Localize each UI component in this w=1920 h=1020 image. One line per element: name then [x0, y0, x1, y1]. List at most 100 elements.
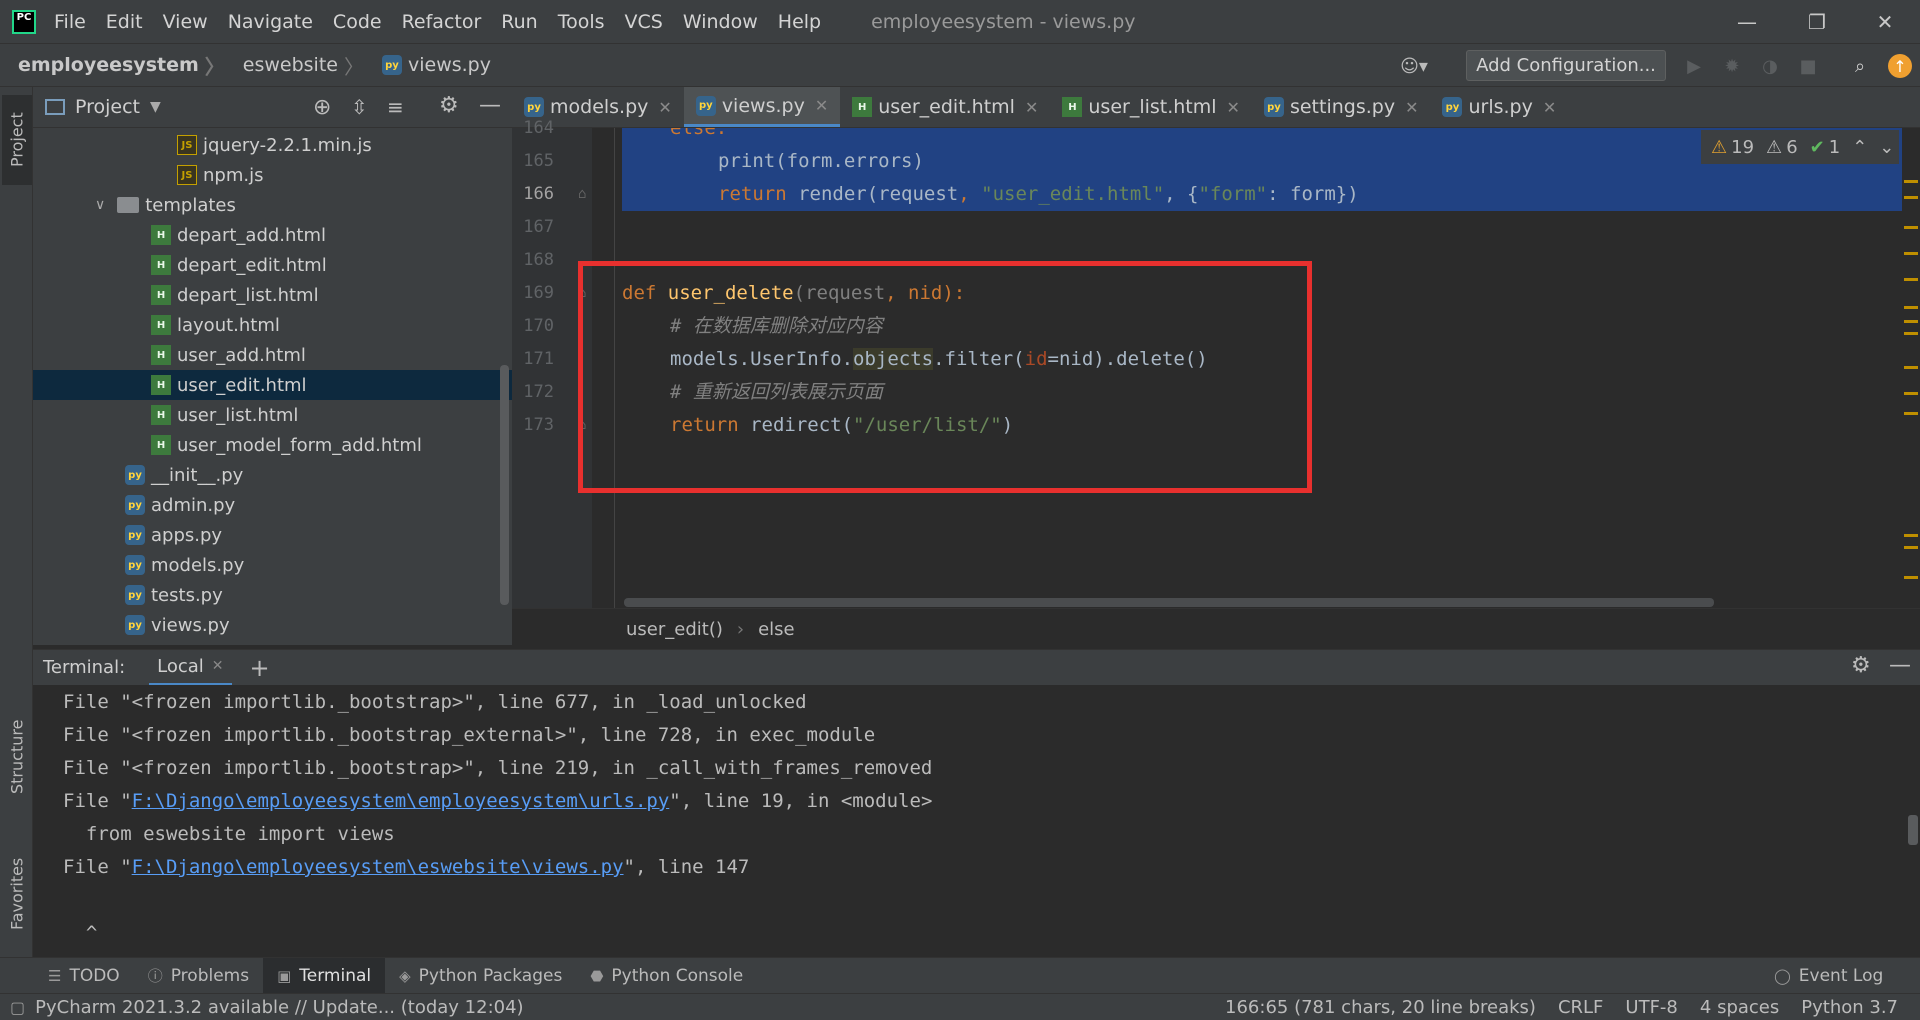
tree-item[interactable]: Hlayout.html [33, 310, 512, 340]
event-log-button[interactable]: ◯ Event Log [1760, 958, 1897, 994]
menu-vcs[interactable]: VCS [625, 11, 663, 33]
project-view-dropdown[interactable]: Project [75, 96, 140, 118]
close-tab-icon[interactable]: ✕ [1543, 98, 1556, 117]
breadcrumb-project[interactable]: employeesystem 〉 [0, 51, 225, 80]
panel-toggle-icon[interactable]: ▢ [10, 998, 25, 1017]
tab-python-console[interactable]: ⬣ Python Console [576, 958, 757, 994]
tree-item[interactable]: Huser_model_form_add.html [33, 430, 512, 460]
tree-item[interactable]: Hdepart_edit.html [33, 250, 512, 280]
search-icon[interactable]: ⌕ [1846, 52, 1874, 80]
tab-urls-py[interactable]: py urls.py ✕ [1430, 87, 1568, 127]
python-interpreter[interactable]: Python 3.7 [1801, 997, 1898, 1018]
menu-refactor[interactable]: Refactor [402, 11, 482, 33]
terminal-file-link[interactable]: F:\Django\employeesystem\employeesystem\… [132, 790, 670, 812]
tree-item[interactable]: JS npm.js [33, 160, 512, 190]
menu-run[interactable]: Run [501, 11, 537, 33]
stripe-mark[interactable] [1904, 180, 1918, 183]
close-tab-icon[interactable]: ✕ [815, 96, 828, 115]
menu-file[interactable]: File [54, 11, 86, 33]
indent-setting[interactable]: 4 spaces [1700, 997, 1779, 1018]
tree-item[interactable]: py tests.py [33, 580, 512, 610]
close-tab-icon[interactable]: ✕ [658, 98, 671, 117]
tree-item-selected[interactable]: Huser_edit.html [33, 370, 512, 400]
tree-folder[interactable]: ∨ templates [33, 190, 512, 220]
menu-view[interactable]: View [163, 11, 208, 33]
inspection-widget[interactable]: ⚠ 19 ⚠ 6 ✔ 1 ⌃ ⌄ [1701, 130, 1899, 164]
tree-item[interactable]: py __init__.py [33, 460, 512, 490]
run-icon[interactable]: ▶ [1680, 52, 1708, 80]
close-window-icon[interactable]: ✕ [1850, 0, 1920, 43]
cursor-position[interactable]: 166:65 (781 chars, 20 line breaks) [1225, 997, 1536, 1018]
favorites-tool-tab[interactable]: Favorites [2, 839, 32, 949]
close-tab-icon[interactable]: ✕ [1025, 98, 1038, 117]
tree-item[interactable]: Huser_add.html [33, 340, 512, 370]
user-icon[interactable]: ☺▾ [1400, 52, 1428, 80]
chevron-up-icon[interactable]: ⌃ [1852, 137, 1867, 158]
add-configuration-button[interactable]: Add Configuration... [1466, 50, 1666, 81]
stripe-mark[interactable] [1904, 392, 1918, 395]
collapse-all-icon[interactable]: ≡ [387, 95, 404, 119]
coverage-icon[interactable]: ◑ [1756, 52, 1784, 80]
structure-tool-tab[interactable]: Structure [2, 707, 32, 807]
tree-item[interactable]: py apps.py [33, 520, 512, 550]
add-terminal-icon[interactable]: + [250, 654, 270, 682]
tree-item[interactable]: Hdepart_list.html [33, 280, 512, 310]
tab-user-list-html[interactable]: Huser_list.html ✕ [1050, 87, 1252, 127]
hide-panel-icon[interactable]: — [479, 93, 501, 118]
locate-icon[interactable]: ⊕ [313, 95, 331, 120]
stripe-mark[interactable] [1904, 306, 1918, 309]
close-tab-icon[interactable]: ✕ [1227, 98, 1240, 117]
close-tab-icon[interactable]: ✕ [1405, 98, 1418, 117]
tree-item[interactable]: Huser_list.html [33, 400, 512, 430]
tab-views-py[interactable]: py views.py ✕ [683, 87, 841, 127]
chevron-down-icon[interactable]: ∨ [95, 197, 105, 213]
breadcrumb-file[interactable]: py views.py [364, 54, 491, 76]
breadcrumb-package[interactable]: eswebsite 〉 [225, 51, 364, 80]
tree-item[interactable]: py views.py [33, 610, 512, 640]
close-tab-icon[interactable]: ✕ [212, 658, 224, 674]
gear-icon[interactable]: ⚙ [1851, 653, 1871, 678]
file-encoding[interactable]: UTF-8 [1625, 997, 1677, 1018]
tab-terminal[interactable]: ▣ Terminal [263, 957, 386, 994]
project-tree-scrollbar[interactable] [500, 365, 509, 605]
terminal-output[interactable]: File "<frozen importlib._bootstrap>", li… [33, 685, 1920, 957]
editor-horizontal-scrollbar[interactable] [624, 598, 1714, 607]
tab-settings-py[interactable]: py settings.py ✕ [1252, 87, 1431, 127]
menu-window[interactable]: Window [683, 11, 758, 33]
menu-navigate[interactable]: Navigate [228, 11, 313, 33]
stripe-mark[interactable] [1904, 412, 1918, 415]
menu-edit[interactable]: Edit [106, 11, 143, 33]
tab-problems[interactable]: ⓘ Problems [134, 958, 263, 994]
expand-all-icon[interactable]: ⇳ [351, 95, 368, 119]
stripe-mark[interactable] [1904, 278, 1918, 281]
tree-item[interactable]: py admin.py [33, 490, 512, 520]
stripe-mark[interactable] [1904, 196, 1918, 199]
stripe-mark[interactable] [1904, 320, 1918, 323]
tree-item[interactable]: JS jquery-2.2.1.min.js [33, 130, 512, 160]
terminal-scrollbar[interactable] [1908, 815, 1918, 845]
hide-panel-icon[interactable]: — [1889, 653, 1911, 678]
line-separator[interactable]: CRLF [1558, 997, 1603, 1018]
stripe-mark[interactable] [1904, 332, 1918, 335]
terminal-file-link[interactable]: F:\Django\employeesystem\eswebsite\views… [132, 856, 624, 878]
stripe-mark[interactable] [1904, 252, 1918, 255]
stripe-mark[interactable] [1904, 226, 1918, 229]
error-stripe[interactable] [1902, 128, 1920, 608]
stripe-mark[interactable] [1904, 366, 1918, 369]
debug-icon[interactable]: ✹ [1718, 52, 1746, 80]
stripe-mark[interactable] [1904, 534, 1918, 537]
terminal-tab-local[interactable]: Local ✕ [149, 650, 232, 686]
menu-help[interactable]: Help [778, 11, 821, 33]
tab-python-packages[interactable]: ◈ Python Packages [385, 958, 576, 994]
chevron-down-icon[interactable]: ▼ [150, 99, 161, 115]
tab-todo[interactable]: ☰ TODO [34, 958, 134, 994]
gear-icon[interactable]: ⚙ [439, 93, 459, 118]
stripe-mark[interactable] [1904, 546, 1918, 549]
crumb-block[interactable]: else [758, 619, 795, 640]
tree-item[interactable]: py models.py [33, 550, 512, 580]
crumb-function[interactable]: user_edit() [626, 619, 723, 640]
chevron-down-icon[interactable]: ⌄ [1879, 137, 1894, 158]
status-message[interactable]: PyCharm 2021.3.2 available // Update... … [35, 997, 523, 1018]
fold-marker-icon[interactable]: ⌂ [578, 186, 586, 202]
stop-icon[interactable]: ■ [1794, 52, 1822, 80]
